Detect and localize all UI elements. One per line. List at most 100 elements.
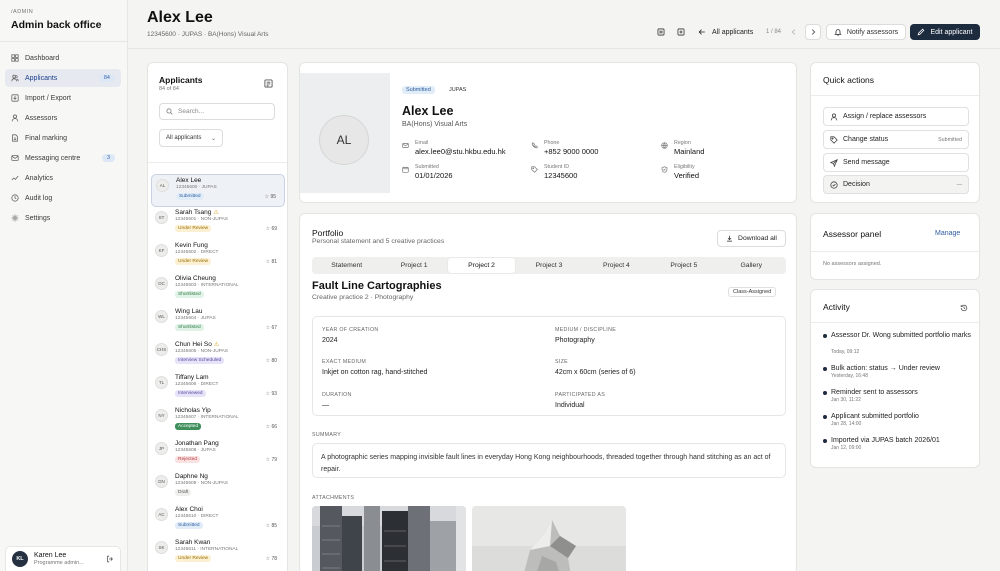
sidebar-item-final-marking[interactable]: Final marking xyxy=(5,129,121,147)
score: ☆ 66 xyxy=(265,424,277,430)
sidebar-item-analytics[interactable]: Analytics xyxy=(5,169,121,187)
notify-assessors-button[interactable]: Notify assessors xyxy=(826,24,906,40)
status-badge: Under Review xyxy=(175,258,212,265)
project-tag: Class-Assigned xyxy=(728,287,777,297)
applicant-name: Sarah Kwan xyxy=(175,539,210,546)
manage-assessors-link[interactable]: Manage xyxy=(935,230,960,237)
chevron-left-icon xyxy=(791,29,796,35)
activity-text: Applicant submitted portfolio xyxy=(831,413,919,420)
activity-time: Today, 09:12 xyxy=(831,349,860,355)
applicant-name: Daphne Ng xyxy=(175,473,208,480)
edit-applicant-button[interactable]: Edit applicant xyxy=(910,24,980,40)
user-icon xyxy=(830,113,838,120)
action-label: Assign / replace assessors xyxy=(843,113,927,120)
timeline-dot xyxy=(823,415,827,419)
field-label: Email xyxy=(415,140,429,146)
check-circle-icon xyxy=(830,180,838,189)
score-value: 66 xyxy=(271,424,277,430)
sidebar-item-settings[interactable]: Settings xyxy=(5,209,121,227)
search-input[interactable]: Search... xyxy=(159,103,275,120)
project-details: YEAR OF CREATION 2024 MEDIUM / DISCIPLIN… xyxy=(312,316,786,416)
change-status-button[interactable]: Change status Submitted xyxy=(823,130,969,149)
sidebar-item-audit-log[interactable]: Audit log xyxy=(5,189,121,207)
tab-project-3[interactable]: Project 3 xyxy=(515,258,582,273)
tab-gallery[interactable]: Gallery xyxy=(718,258,785,273)
applicant-row[interactable]: CHS Chun Hei So ⚠ 12345605 · NON-JUPAS Inter… xyxy=(151,339,285,372)
export-icon[interactable] xyxy=(264,79,273,88)
timeline-dot xyxy=(823,391,827,395)
detail-value: Photography xyxy=(555,337,595,344)
avatar: WL xyxy=(155,310,168,323)
next-button[interactable] xyxy=(805,24,821,40)
print-button[interactable] xyxy=(654,24,668,40)
detail-label: SIZE xyxy=(555,359,568,365)
applicant-row[interactable]: NY Nicholas Yip 12345607 · INTERNATIONAL Ac… xyxy=(151,405,285,438)
edit-label: Edit applicant xyxy=(930,28,973,36)
applicant-name: Kevin Fung xyxy=(175,242,208,249)
sidebar-item-import-export[interactable]: Import / Export xyxy=(5,89,121,107)
applicant-meta: 12345601 · NON-JUPAS xyxy=(175,217,228,222)
sidebar-item-messaging-centre[interactable]: Messaging centre 3 xyxy=(5,149,121,167)
grid-icon xyxy=(11,54,19,62)
applicant-row[interactable]: AL Alex Lee 12345600 · JUPAS Submitted ☆ 95 xyxy=(151,174,285,207)
applicant-row[interactable]: DN Daphne Ng 12345609 · NON-JUPAS Draft xyxy=(151,471,285,504)
sidebar-item-label: Assessors xyxy=(25,114,58,122)
count-badge: 84 xyxy=(98,74,115,82)
all-applicants-link[interactable]: All applicants xyxy=(698,24,753,40)
sidebar-item-label: Applicants xyxy=(25,74,58,82)
applicant-row[interactable]: KF Kevin Fung 12345602 · DIRECT Under Revie… xyxy=(151,240,285,273)
sidebar-item-dashboard[interactable]: Dashboard xyxy=(5,49,121,67)
send-message-button[interactable]: Send message xyxy=(823,153,969,172)
all-applicants-label: All applicants xyxy=(712,28,754,36)
applicant-row[interactable]: ST Sarah Tsang ⚠ 12345601 · NON-JUPAS Under … xyxy=(151,207,285,240)
prev-button[interactable] xyxy=(788,24,800,40)
status-filter-select[interactable]: All applicants ⌄ xyxy=(159,129,223,147)
chevron-down-icon: ⌄ xyxy=(210,135,216,142)
field-value: +852 9000 0000 xyxy=(544,147,599,156)
assign-assessors-button[interactable]: Assign / replace assessors xyxy=(823,107,969,126)
status-badge: Under Review xyxy=(175,555,212,562)
applicant-row[interactable]: TL Tiffany Lam 12345606 · DIRECT Interviewe… xyxy=(151,372,285,405)
detail-value: 2024 xyxy=(322,337,338,344)
logout-icon[interactable] xyxy=(106,555,114,563)
applicant-meta: 12345606 · DIRECT xyxy=(175,382,219,387)
applicant-row[interactable]: OC Olivia Cheung 12345603 · INTERNATIONAL S… xyxy=(151,273,285,306)
brand-eyebrow: /ADMIN xyxy=(11,9,34,15)
search-icon xyxy=(166,108,173,115)
applicant-row[interactable]: AC Alex Choi 12345610 · DIRECT Submitted ☆ 8… xyxy=(151,504,285,537)
tab-project-1[interactable]: Project 1 xyxy=(380,258,447,273)
avatar: AL xyxy=(319,115,369,165)
tab-project-2[interactable]: Project 2 xyxy=(447,258,516,273)
field-label: Phone xyxy=(544,140,560,146)
score-value: 81 xyxy=(271,259,277,265)
detail-label: MEDIUM / DISCIPLINE xyxy=(555,327,617,333)
sidebar-item-assessors[interactable]: Assessors xyxy=(5,109,121,127)
attachment-image-2[interactable] xyxy=(472,506,626,571)
applicant-name-text: Wing Lau xyxy=(175,308,203,315)
applicant-row[interactable]: SK Sarah Kwan 12345611 · INTERNATIONAL Unde… xyxy=(151,537,285,570)
applicant-name: Olivia Cheung xyxy=(175,275,216,282)
panel-count: 84 of 84 xyxy=(159,86,179,92)
download-all-button[interactable]: Download all xyxy=(717,230,786,247)
tab-statement[interactable]: Statement xyxy=(313,258,380,273)
portfolio-title: Portfolio xyxy=(312,228,344,238)
attachment-image-1[interactable] xyxy=(312,506,466,571)
activity-time: Jan 30, 11:22 xyxy=(831,397,861,403)
user-card[interactable]: KL Karen Lee Programme admin... xyxy=(5,546,121,571)
tab-project-5[interactable]: Project 5 xyxy=(650,258,717,273)
filter-value: All applicants xyxy=(166,135,202,141)
applicant-row[interactable]: WL Wing Lau 12345604 · JUPAS Shortlisted ☆ 6… xyxy=(151,306,285,339)
applicant-row[interactable]: JP Jonathan Pang 12345608 · JUPAS Rejected ☆… xyxy=(151,438,285,471)
history-icon[interactable] xyxy=(960,304,968,312)
avatar: NY xyxy=(155,409,168,422)
decision-button[interactable]: Decision — xyxy=(823,175,969,194)
panel-title: Applicants xyxy=(159,75,203,85)
sidebar-item-applicants[interactable]: Applicants 84 xyxy=(5,69,121,87)
project-subtitle: Creative practice 2 · Photography xyxy=(312,294,414,301)
export-button[interactable] xyxy=(674,24,688,40)
warning-icon: ⚠ xyxy=(213,210,219,216)
user-name: Karen Lee xyxy=(34,552,67,559)
applicant-name: Alex Lee xyxy=(402,104,454,118)
avatar: CHS xyxy=(155,343,168,356)
tab-project-4[interactable]: Project 4 xyxy=(583,258,650,273)
